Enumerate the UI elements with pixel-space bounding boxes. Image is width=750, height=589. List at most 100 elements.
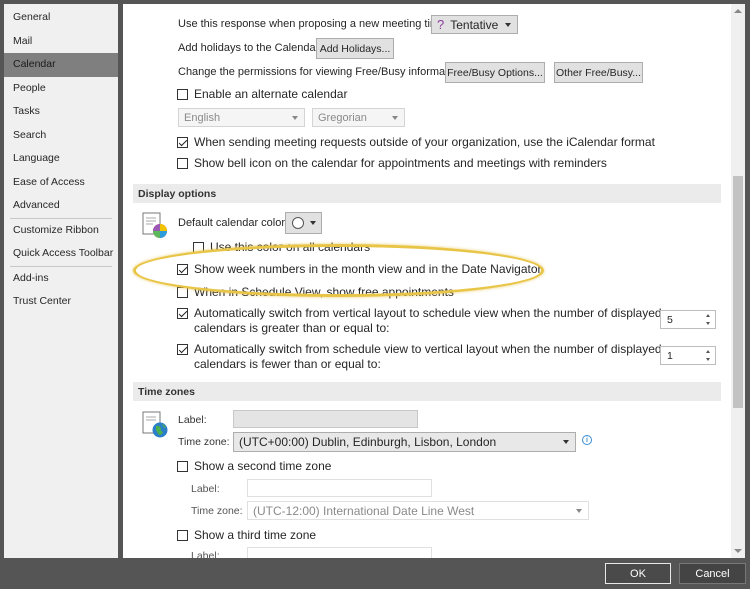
third-label-input[interactable]: [247, 547, 432, 558]
other-free-busy-button[interactable]: Other Free/Busy...: [554, 62, 643, 83]
second-timezone-select[interactable]: (UTC-12:00) International Date Line West: [247, 501, 589, 520]
icalendar-row: When sending meeting requests outside of…: [177, 135, 655, 149]
week-numbers-checkbox[interactable]: [177, 263, 188, 275]
auto-schedule-checkbox[interactable]: [177, 307, 188, 319]
color-swatch-icon: [292, 217, 304, 229]
spinner-arrows-icon[interactable]: [705, 313, 712, 326]
second-label-label: Label:: [191, 483, 220, 495]
alternate-language-select[interactable]: English: [178, 108, 305, 127]
free-busy-options-button[interactable]: Free/Busy Options...: [445, 62, 545, 83]
calendar-options-panel: Use this response when proposing a new m…: [123, 4, 731, 558]
sidebar-item-mail[interactable]: Mail: [4, 30, 118, 54]
second-label-input[interactable]: [247, 479, 432, 497]
sidebar-item-quick-access-toolbar[interactable]: Quick Access Toolbar: [4, 242, 118, 266]
info-icon[interactable]: i: [582, 435, 592, 445]
proposing-row: Use this response when proposing a new m…: [178, 18, 448, 30]
chevron-down-icon: [292, 116, 298, 120]
proposing-response-select[interactable]: ? Tentative: [431, 15, 518, 34]
auto-vertical-value: 1: [667, 349, 673, 362]
third-timezone-row: Show a third time zone: [177, 528, 316, 542]
alternate-type-select[interactable]: Gregorian: [312, 108, 405, 127]
holidays-label: Add holidays to the Calendar:: [178, 42, 323, 54]
auto-vertical-checkbox[interactable]: [177, 343, 188, 355]
auto-vertical-spinner[interactable]: 1: [660, 346, 716, 365]
auto-vertical-row: Automatically switch from schedule view …: [177, 342, 662, 356]
add-holidays-button[interactable]: Add Holidays...: [316, 38, 394, 59]
auto-vertical-row-2: calendars is fewer than or equal to:: [194, 357, 381, 371]
sidebar-item-tasks[interactable]: Tasks: [4, 100, 118, 124]
timezone-select[interactable]: (UTC+00:00) Dublin, Edinburgh, Lisbon, L…: [233, 432, 576, 452]
auto-schedule-row-2: calendars is greater than or equal to:: [194, 321, 389, 335]
second-timezone-checkbox[interactable]: [177, 460, 188, 472]
auto-schedule-label-2: calendars is greater than or equal to:: [194, 321, 390, 335]
second-timezone-label: Show a second time zone: [194, 459, 332, 473]
free-appointments-row: When in Schedule View, show free appoint…: [177, 285, 454, 299]
holidays-row: Add holidays to the Calendar:: [178, 42, 322, 54]
third-label-label: Label:: [191, 550, 220, 558]
chevron-down-icon: [563, 440, 569, 444]
timezone-label-label: Label:: [178, 414, 207, 426]
scrollbar-thumb[interactable]: [733, 176, 743, 408]
calendar-color-picker[interactable]: [285, 212, 322, 234]
sidebar-item-customize-ribbon[interactable]: Customize Ribbon: [4, 219, 118, 243]
second-timezone-value: (UTC-12:00) International Date Line West: [253, 503, 475, 518]
sidebar-item-calendar[interactable]: Calendar: [4, 53, 118, 77]
free-appointments-checkbox[interactable]: [177, 286, 188, 298]
auto-schedule-value: 5: [667, 313, 673, 326]
calendar-color-icon: [142, 212, 167, 238]
permissions-row: Change the permissions for viewing Free/…: [178, 66, 466, 78]
display-options-header: Display options: [133, 184, 721, 203]
bell-icon-row: Show bell icon on the calendar for appoi…: [177, 156, 607, 170]
options-sidebar: General Mail Calendar People Tasks Searc…: [4, 4, 118, 558]
sidebar-item-people[interactable]: People: [4, 77, 118, 101]
alternate-calendar-row: Enable an alternate calendar: [177, 87, 347, 101]
time-zones-header: Time zones: [133, 382, 721, 401]
sidebar-item-general[interactable]: General: [4, 6, 118, 30]
scroll-up-icon[interactable]: [731, 4, 745, 18]
third-timezone-label: Show a third time zone: [194, 528, 317, 542]
ok-button[interactable]: OK: [605, 563, 671, 584]
bell-icon-checkbox[interactable]: [177, 157, 188, 169]
use-color-all-label: Use this color on all calendars: [210, 240, 371, 254]
bell-icon-label: Show bell icon on the calendar for appoi…: [194, 156, 607, 170]
use-color-all-row: Use this color on all calendars: [193, 240, 370, 254]
auto-vertical-label: Automatically switch from schedule view …: [194, 342, 662, 356]
spinner-arrows-icon[interactable]: [705, 349, 712, 362]
sidebar-item-add-ins[interactable]: Add-ins: [4, 267, 118, 291]
vertical-scrollbar[interactable]: [731, 4, 745, 558]
chevron-down-icon: [392, 116, 398, 120]
alternate-calendar-checkbox[interactable]: [177, 88, 188, 100]
free-appointments-label: When in Schedule View, show free appoint…: [194, 285, 454, 299]
second-timezone-row: Show a second time zone: [177, 459, 331, 473]
timezone-value: (UTC+00:00) Dublin, Edinburgh, Lisbon, L…: [239, 435, 497, 449]
chevron-down-icon: [576, 509, 582, 513]
third-timezone-checkbox[interactable]: [177, 529, 188, 541]
chevron-down-icon: [505, 23, 511, 27]
auto-schedule-row: Automatically switch from vertical layou…: [177, 306, 662, 320]
alternate-calendar-label: Enable an alternate calendar: [194, 87, 348, 101]
sidebar-item-ease-of-access[interactable]: Ease of Access: [4, 171, 118, 195]
sidebar-item-advanced[interactable]: Advanced: [4, 194, 118, 218]
default-color-label: Default calendar color:: [178, 217, 289, 229]
second-timezone-label-label: Time zone:: [191, 505, 243, 517]
scroll-down-icon[interactable]: [731, 544, 745, 558]
alternate-language-value: English: [184, 111, 221, 124]
sidebar-item-search[interactable]: Search: [4, 124, 118, 148]
globe-clock-icon: [142, 411, 168, 438]
timezone-label-input[interactable]: [233, 410, 418, 428]
auto-schedule-label: Automatically switch from vertical layou…: [194, 306, 662, 320]
auto-schedule-spinner[interactable]: 5: [660, 310, 716, 329]
icalendar-label: When sending meeting requests outside of…: [194, 135, 655, 149]
chevron-down-icon: [310, 221, 316, 225]
sidebar-item-language[interactable]: Language: [4, 147, 118, 171]
alternate-type-value: Gregorian: [318, 111, 367, 124]
default-color-row: Default calendar color:: [178, 217, 288, 229]
cancel-button[interactable]: Cancel: [679, 563, 746, 584]
timezone-label: Time zone:: [178, 436, 230, 448]
proposing-label: Use this response when proposing a new m…: [178, 18, 449, 30]
sidebar-item-trust-center[interactable]: Trust Center: [4, 290, 118, 314]
week-numbers-row: Show week numbers in the month view and …: [177, 262, 542, 276]
use-color-all-checkbox[interactable]: [193, 241, 204, 253]
icalendar-checkbox[interactable]: [177, 136, 188, 148]
auto-vertical-label-2: calendars is fewer than or equal to:: [194, 357, 381, 371]
